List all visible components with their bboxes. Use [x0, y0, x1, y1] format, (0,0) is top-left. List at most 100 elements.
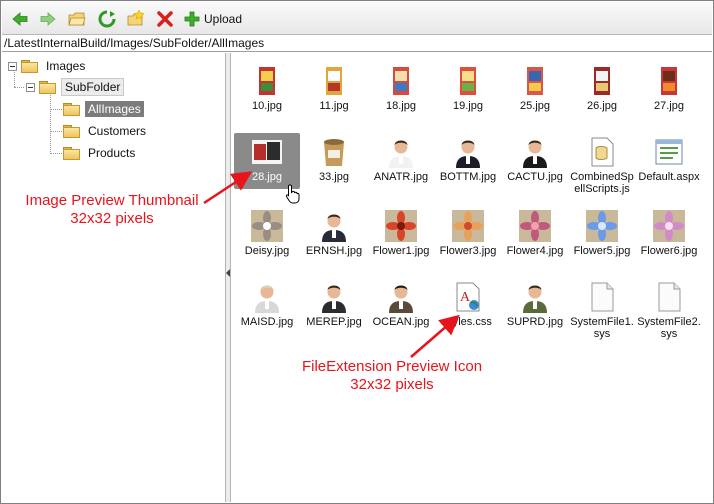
folder-icon: [21, 59, 38, 73]
file-name: 25.jpg: [520, 100, 550, 112]
file-item[interactable]: OCEAN.jpg: [368, 281, 434, 328]
file-thumbnail: [251, 210, 283, 242]
svg-text:A: A: [460, 290, 471, 305]
file-item[interactable]: 28.jpg: [234, 133, 300, 189]
file-name: ERNSH.jpg: [305, 245, 363, 257]
tree-node-customers[interactable]: Customers: [63, 122, 149, 140]
file-thumbnail: [653, 210, 685, 242]
file-thumbnail: [586, 210, 618, 242]
open-folder-icon[interactable]: [68, 10, 86, 28]
file-item[interactable]: 26.jpg: [569, 65, 635, 112]
file-item[interactable]: Flower1.jpg: [368, 210, 434, 257]
forward-icon[interactable]: [39, 10, 57, 28]
tree-label: SubFolder: [61, 78, 125, 96]
file-item[interactable]: ERNSH.jpg: [301, 210, 367, 257]
file-item[interactable]: MEREP.jpg: [301, 281, 367, 328]
file-item[interactable]: ANATR.jpg: [368, 136, 434, 183]
file-item[interactable]: Flower6.jpg: [636, 210, 702, 257]
file-name: Flower4.jpg: [506, 245, 564, 257]
file-name: 28.jpg: [252, 171, 282, 183]
file-item[interactable]: Astyles.css: [435, 281, 501, 328]
tree-node-subfolder[interactable]: SubFolder: [26, 78, 125, 96]
file-item[interactable]: SystemFile1.sys: [569, 281, 635, 340]
file-item[interactable]: 27.jpg: [636, 65, 702, 112]
file-item[interactable]: SUPRD.jpg: [502, 281, 568, 328]
tree-line: [50, 153, 62, 154]
annotation-thumbnail: Image Preview Thumbnail 32x32 pixels: [14, 192, 210, 228]
hand-cursor-icon: [285, 184, 300, 204]
tree-label: Images: [46, 59, 86, 73]
file-item[interactable]: CACTU.jpg: [502, 136, 568, 183]
file-item[interactable]: CombinedSpellScripts.js: [569, 136, 635, 195]
file-thumbnail: [653, 65, 685, 97]
tree-node-products[interactable]: Products: [63, 144, 138, 162]
file-item[interactable]: Deisy.jpg: [234, 210, 300, 257]
tree-label: Customers: [88, 124, 147, 138]
tree-line: [50, 131, 62, 132]
file-thumbnail: [385, 65, 417, 97]
upload-button[interactable]: Upload: [184, 9, 242, 29]
path-bar: /LatestInternalBuild/Images/SubFolder/Al…: [2, 35, 712, 52]
file-thumbnail: [519, 281, 551, 313]
file-name: BOTTM.jpg: [439, 171, 497, 183]
collapse-toggle[interactable]: [8, 61, 17, 71]
file-item[interactable]: Flower3.jpg: [435, 210, 501, 257]
tree-line: [14, 87, 24, 88]
folder-icon: [63, 102, 80, 116]
tree-node-images[interactable]: Images: [8, 57, 88, 75]
collapse-toggle[interactable]: [26, 82, 35, 92]
refresh-icon[interactable]: [98, 10, 116, 28]
file-item[interactable]: Flower5.jpg: [569, 210, 635, 257]
file-name: 26.jpg: [587, 100, 617, 112]
new-folder-icon[interactable]: [127, 10, 145, 28]
file-thumbnail: [653, 136, 685, 168]
file-thumbnail: [519, 210, 551, 242]
file-name: Flower3.jpg: [439, 245, 497, 257]
file-item[interactable]: SystemFile2.sys: [636, 281, 702, 340]
file-thumbnail: [586, 65, 618, 97]
file-thumbnail: [385, 210, 417, 242]
back-icon[interactable]: [11, 10, 29, 28]
folder-icon: [39, 80, 56, 94]
file-explorer-window: Upload /LatestInternalBuild/Images/SubFo…: [0, 0, 714, 504]
file-name: Deisy.jpg: [244, 245, 290, 257]
file-item[interactable]: 19.jpg: [435, 65, 501, 112]
file-thumbnail: A: [452, 281, 484, 313]
file-thumbnail: [251, 65, 283, 97]
file-item[interactable]: 18.jpg: [368, 65, 434, 112]
file-item[interactable]: BOTTM.jpg: [435, 136, 501, 183]
file-thumbnail: [385, 136, 417, 168]
collapse-arrow-icon[interactable]: [226, 269, 230, 277]
file-name: MEREP.jpg: [306, 316, 362, 328]
file-thumbnail: [318, 210, 350, 242]
annotation-line: 32x32 pixels: [350, 376, 434, 393]
file-thumbnail: [586, 136, 618, 168]
file-item[interactable]: Flower4.jpg: [502, 210, 568, 257]
file-grid: 10.jpg 11.jpg 18.jpg 19.jpg 25.jpg 26.jpg 27.j…: [231, 53, 712, 502]
tree-node-allimages[interactable]: AllImages: [63, 100, 144, 118]
file-item[interactable]: Default.aspx: [636, 136, 702, 183]
file-item[interactable]: MAISD.jpg: [234, 281, 300, 328]
file-name: ANATR.jpg: [373, 171, 429, 183]
folder-icon: [63, 124, 80, 138]
upload-icon: [184, 11, 200, 27]
delete-icon[interactable]: [156, 10, 174, 28]
file-item[interactable]: 10.jpg: [234, 65, 300, 112]
file-name: CACTU.jpg: [507, 171, 563, 183]
file-thumbnail: [452, 136, 484, 168]
file-name: Flower6.jpg: [640, 245, 698, 257]
folder-tree: Images SubFolder AllImages Customers Pro…: [2, 53, 225, 502]
file-item[interactable]: 33.jpg: [301, 136, 367, 183]
file-name: SUPRD.jpg: [506, 316, 564, 328]
file-name: OCEAN.jpg: [372, 316, 430, 328]
file-item[interactable]: 25.jpg: [502, 65, 568, 112]
file-name: SystemFile1.sys: [570, 316, 634, 340]
file-name: 18.jpg: [386, 100, 416, 112]
file-item[interactable]: 11.jpg: [301, 65, 367, 112]
file-thumbnail: [452, 210, 484, 242]
tree-label: AllImages: [85, 101, 144, 117]
annotation-line: 32x32 pixels: [70, 210, 154, 227]
annotation-extension-icon: FileExtension Preview Icon 32x32 pixels: [286, 358, 498, 394]
file-name: 27.jpg: [654, 100, 684, 112]
file-name: Default.aspx: [638, 171, 700, 183]
